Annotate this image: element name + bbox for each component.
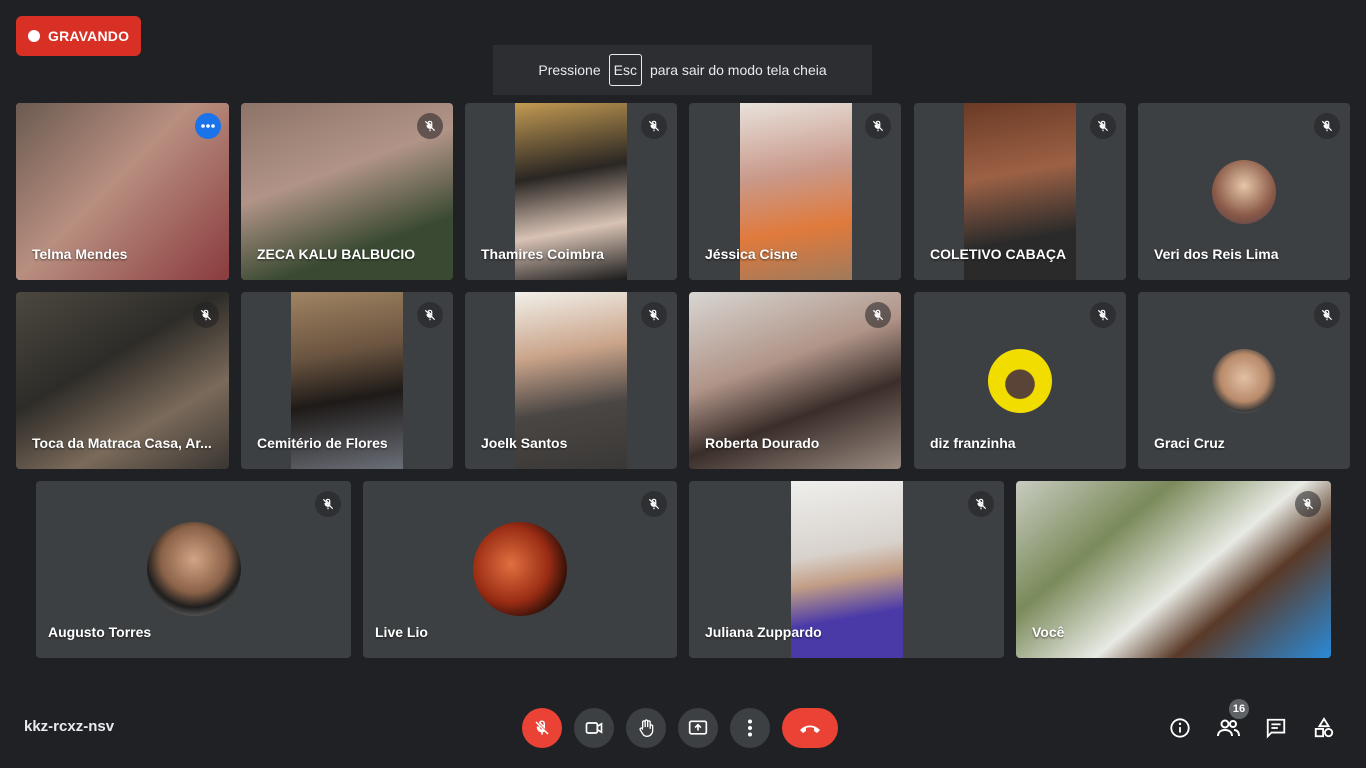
- mic-off-indicator: [968, 491, 994, 517]
- camera-icon: [585, 722, 603, 734]
- people-icon: [1217, 719, 1240, 737]
- recording-label: GRAVANDO: [48, 28, 130, 44]
- participant-tile[interactable]: Live Lio: [363, 481, 677, 658]
- fullscreen-hint-before: Pressione: [538, 62, 601, 78]
- participant-name: Thamires Coimbra: [481, 246, 604, 262]
- chat-icon: [1266, 718, 1286, 739]
- mic-off-icon: [322, 498, 334, 510]
- mic-off-indicator: [1314, 302, 1340, 328]
- mic-off-indicator: [865, 302, 891, 328]
- participant-avatar: [988, 349, 1052, 413]
- mic-off-indicator: [1295, 491, 1321, 517]
- recording-dot-icon: [28, 30, 40, 42]
- people-count-badge: 16: [1229, 699, 1249, 719]
- participant-name: diz franzinha: [930, 435, 1016, 451]
- end-call-button[interactable]: [782, 708, 838, 748]
- more-options-icon: [748, 719, 752, 737]
- participant-tile[interactable]: Telma Mendes: [16, 103, 229, 280]
- mic-off-icon: [872, 309, 884, 321]
- meeting-info-button[interactable]: [1160, 708, 1200, 748]
- mic-off-icon: [1321, 120, 1333, 132]
- mic-off-icon: [424, 120, 436, 132]
- participant-name: Você: [1032, 624, 1065, 640]
- participant-tile[interactable]: Veri dos Reis Lima: [1138, 103, 1350, 280]
- participant-name: Veri dos Reis Lima: [1154, 246, 1279, 262]
- participant-avatar: [1212, 349, 1276, 413]
- participant-tile[interactable]: COLETIVO CABAÇA: [914, 103, 1126, 280]
- participant-tile[interactable]: Toca da Matraca Casa, Ar...: [16, 292, 229, 469]
- participant-avatar: [1212, 160, 1276, 224]
- mic-off-indicator: [1314, 113, 1340, 139]
- mic-off-icon: [648, 498, 660, 510]
- participant-tile[interactable]: Jéssica Cisne: [689, 103, 901, 280]
- meeting-code: kkz-rcxz-nsv: [24, 718, 115, 735]
- microphone-toggle-button[interactable]: [522, 708, 562, 748]
- mic-off-indicator: [641, 491, 667, 517]
- mic-off-indicator: [417, 302, 443, 328]
- participant-tile[interactable]: Roberta Dourado: [689, 292, 901, 469]
- participant-tile[interactable]: Graci Cruz: [1138, 292, 1350, 469]
- mic-off-icon: [648, 120, 660, 132]
- participant-name: Graci Cruz: [1154, 435, 1225, 451]
- mic-off-icon: [535, 720, 549, 735]
- mic-off-indicator: [641, 113, 667, 139]
- mic-off-icon: [1097, 309, 1109, 321]
- mic-off-icon: [1321, 309, 1333, 321]
- mic-off-icon: [975, 498, 987, 510]
- participant-name: Cemitério de Flores: [257, 435, 388, 451]
- participant-name: COLETIVO CABAÇA: [930, 246, 1067, 262]
- mic-off-icon: [1302, 498, 1314, 510]
- raise-hand-button[interactable]: [626, 708, 666, 748]
- participant-tile[interactable]: Thamires Coimbra: [465, 103, 677, 280]
- mic-off-indicator: [315, 491, 341, 517]
- mic-off-icon: [648, 309, 660, 321]
- more-horiz-icon: [201, 124, 215, 128]
- participant-name: Telma Mendes: [32, 246, 128, 262]
- activities-icon: [1314, 717, 1334, 738]
- mic-off-indicator: [865, 113, 891, 139]
- camera-toggle-button[interactable]: [574, 708, 614, 748]
- mic-off-indicator: [1090, 113, 1116, 139]
- participant-tile[interactable]: Augusto Torres: [36, 481, 351, 658]
- participant-tile[interactable]: Você: [1016, 481, 1331, 658]
- raise-hand-icon: [639, 719, 654, 738]
- participant-tile[interactable]: ZECA KALU BALBUCIO: [241, 103, 453, 280]
- mic-off-indicator: [193, 302, 219, 328]
- fullscreen-hint-after: para sair do modo tela cheia: [649, 62, 827, 78]
- activities-button[interactable]: [1304, 708, 1344, 748]
- participant-tile[interactable]: diz franzinha: [914, 292, 1126, 469]
- recording-badge: GRAVANDO: [16, 16, 141, 56]
- participant-name: Augusto Torres: [48, 624, 152, 640]
- tile-options-button[interactable]: [195, 113, 221, 139]
- participant-name: Live Lio: [375, 624, 428, 640]
- participant-name: Juliana Zuppardo: [705, 624, 822, 640]
- mic-off-icon: [1097, 120, 1109, 132]
- chat-button[interactable]: [1256, 708, 1296, 748]
- mic-off-indicator: [1090, 302, 1116, 328]
- info-icon: [1170, 718, 1190, 738]
- esc-key: Esc: [608, 54, 642, 86]
- mic-off-icon: [424, 309, 436, 321]
- participant-name: ZECA KALU BALBUCIO: [257, 246, 416, 262]
- present-screen-icon: [688, 720, 708, 735]
- end-call-icon: [800, 725, 820, 733]
- fullscreen-hint: Pressione Esc para sair do modo tela che…: [493, 45, 872, 95]
- mic-off-indicator: [417, 113, 443, 139]
- participant-avatar: [473, 522, 567, 616]
- participant-avatar: [146, 522, 241, 616]
- mic-off-indicator: [641, 302, 667, 328]
- participant-name: Toca da Matraca Casa, Ar...: [32, 435, 212, 451]
- mic-off-icon: [872, 120, 884, 132]
- present-screen-button[interactable]: [678, 708, 718, 748]
- participant-name: Jéssica Cisne: [705, 246, 798, 262]
- participant-tile[interactable]: Joelk Santos: [465, 292, 677, 469]
- participant-name: Roberta Dourado: [705, 435, 820, 451]
- mic-off-icon: [200, 309, 212, 321]
- participant-tile[interactable]: Cemitério de Flores: [241, 292, 453, 469]
- more-options-button[interactable]: [730, 708, 770, 748]
- participant-name: Joelk Santos: [481, 435, 568, 451]
- participant-tile[interactable]: Juliana Zuppardo: [689, 481, 1004, 658]
